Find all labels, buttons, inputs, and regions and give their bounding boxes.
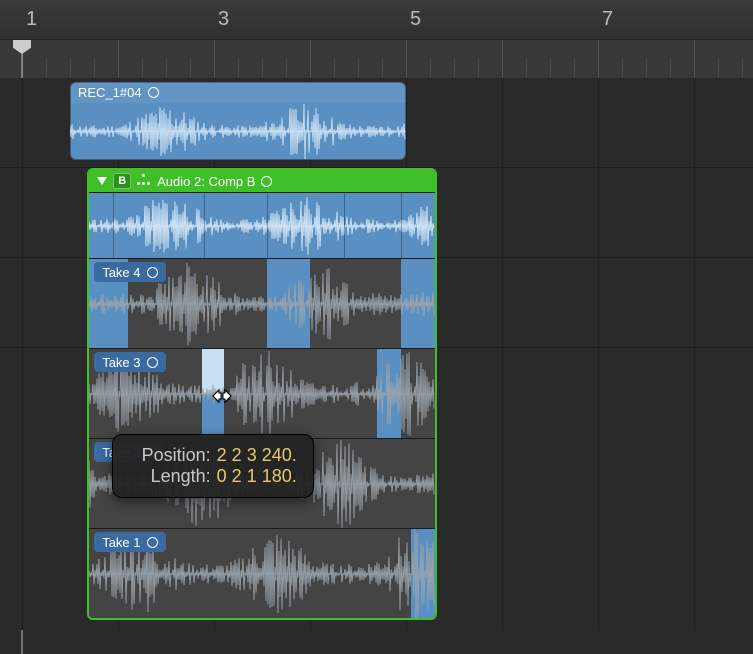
- ruler-bar-label: 7: [602, 8, 613, 31]
- take-name: Take 3: [102, 355, 140, 370]
- position-tooltip: Position: 2 2 3 240. Length: 0 2 1 180.: [112, 434, 314, 498]
- loop-icon: [261, 176, 272, 187]
- take-name: Take 4: [102, 265, 140, 280]
- take-folder[interactable]: BAudio 2: Comp BTake 4Take 3Take 2Take 1: [87, 168, 437, 620]
- take-row[interactable]: Take 3: [89, 348, 435, 438]
- loop-icon: [147, 537, 158, 548]
- ruler-bar-label: 5: [410, 8, 421, 31]
- take-folder-header[interactable]: B Audio 2: Comp B: [89, 170, 435, 192]
- quick-swipe-icon[interactable]: [137, 174, 151, 188]
- region-waveform: [70, 103, 406, 160]
- take-label[interactable]: Take 4: [94, 262, 165, 282]
- ruler-ticks[interactable]: [0, 40, 753, 78]
- audio-region[interactable]: REC_1#04: [70, 82, 406, 160]
- comp-row[interactable]: [89, 192, 435, 258]
- loop-icon: [148, 87, 159, 98]
- disclosure-triangle-icon[interactable]: [97, 177, 107, 185]
- comp-title: Audio 2: Comp B: [157, 174, 255, 189]
- region-header[interactable]: REC_1#04: [70, 82, 406, 103]
- ruler-bar-numbers[interactable]: 1 3 5 7: [0, 0, 753, 40]
- loop-icon: [147, 267, 158, 278]
- region-name: REC_1#04: [78, 85, 142, 100]
- take-name: Take 1: [102, 535, 140, 550]
- tooltip-length-label: Length:: [129, 466, 211, 487]
- tooltip-position-label: Position:: [129, 445, 211, 466]
- timeline-ruler[interactable]: 1 3 5 7: [0, 0, 753, 78]
- take-label[interactable]: Take 1: [94, 532, 165, 552]
- take-label[interactable]: Take 3: [94, 352, 165, 372]
- tracks-area[interactable]: REC_1#04 B Audio 2: Comp B Take 4 Take 3 Take…: [0, 78, 753, 630]
- take-row[interactable]: Take 4: [89, 258, 435, 348]
- ruler-bar-label: 3: [218, 8, 229, 31]
- comp-badge[interactable]: B: [113, 173, 131, 189]
- take-row[interactable]: Take 1: [89, 528, 435, 618]
- ruler-bar-label: 1: [26, 8, 37, 31]
- loop-icon: [147, 357, 158, 368]
- tooltip-length-value: 0 2 1 180.: [217, 466, 297, 486]
- tooltip-position-value: 2 2 3 240.: [217, 445, 297, 465]
